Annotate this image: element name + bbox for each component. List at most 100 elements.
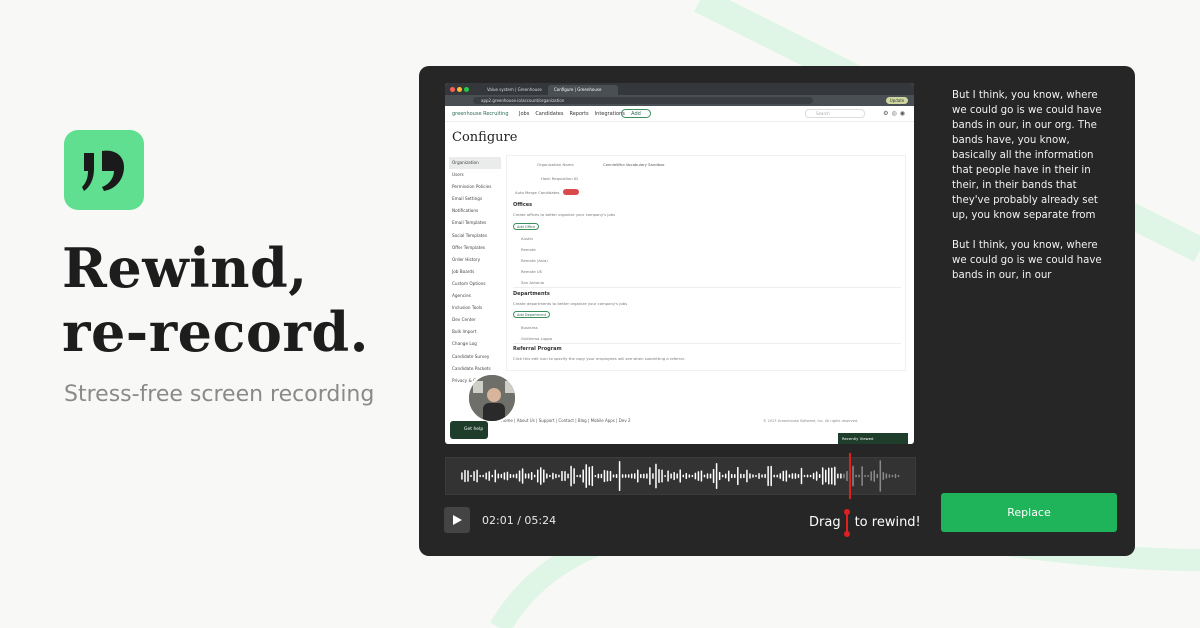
playback-time: 02:01 / 05:24	[482, 514, 557, 527]
waveform-bar	[785, 470, 788, 482]
browser-tab-bar: Value system | Greenhouse Configure | Gr…	[445, 83, 914, 95]
sidebar-item: Dev Center	[452, 317, 476, 323]
waveform-bar	[540, 467, 542, 485]
waveform-bar	[664, 474, 666, 478]
sidebar-item: Inclusion Tools	[452, 305, 483, 311]
waveform-bar	[694, 472, 697, 480]
greenhouse-org-settings: Organization Name ConnieWho Vocabulary S…	[506, 155, 906, 371]
waveform-bar	[730, 473, 733, 479]
waveform-bar	[588, 466, 591, 486]
sidebar-item: Users	[452, 172, 464, 178]
waveform-bar	[527, 473, 530, 479]
waveform-bar	[512, 474, 515, 478]
sidebar-item: Organization	[449, 157, 501, 170]
waveform-bar	[670, 473, 672, 479]
waveform-bar	[788, 474, 791, 478]
greenhouse-footer-links: Home | About Us | Support | Contact | Bl…	[501, 418, 631, 423]
waveform-bar	[803, 474, 806, 478]
waveform-bar	[488, 471, 490, 481]
waveform-bar	[852, 465, 854, 487]
waveform-bar	[779, 473, 782, 479]
offices-title: Offices	[513, 202, 533, 208]
auto-merge-label: Auto Merge Candidates	[515, 190, 560, 195]
sidebar-item: Email Templates	[452, 220, 487, 226]
offices-description: Create offices to better organize your c…	[513, 212, 616, 217]
waveform-bar	[503, 472, 506, 480]
waveform-bar	[688, 474, 691, 478]
waveform-bar	[828, 467, 830, 485]
quote-logo-icon	[82, 150, 124, 191]
waveform-bar	[482, 474, 484, 478]
waveform-bar	[606, 470, 609, 482]
org-name-value: ConnieWho Vocabulary Sandbox	[603, 162, 665, 167]
waveform-bar	[812, 472, 815, 480]
waveform-bar	[470, 474, 472, 478]
waveform-bar	[600, 473, 603, 479]
waveform-bar	[685, 472, 688, 480]
waveform-bar	[591, 465, 594, 487]
webcam-bubble	[467, 373, 517, 423]
webcam-person-icon	[469, 375, 515, 421]
waveform-bar	[879, 460, 882, 492]
waveform-bar	[758, 472, 760, 480]
departments-title: Departments	[513, 291, 550, 297]
waveform-bar	[831, 467, 833, 485]
hero-headline: Rewind, re-record.	[62, 236, 369, 364]
referral-title: Referral Program	[513, 346, 562, 352]
waveform-bar	[846, 470, 848, 482]
waveform-bar	[700, 470, 703, 482]
waveform-bar	[676, 473, 678, 479]
waveform-bar	[633, 473, 636, 479]
add-office-button: Add Office	[513, 223, 540, 230]
waveform-bar	[609, 470, 612, 482]
waveform-bar	[873, 470, 875, 482]
department-item: Guillermo Luppo	[521, 336, 553, 341]
waveform-bar	[621, 474, 624, 478]
office-item: San Antonio	[521, 280, 544, 285]
waveform-bar	[515, 473, 518, 479]
waveform-bar	[767, 466, 769, 486]
waveform-bar	[479, 474, 481, 478]
sidebar-item: Permission Policies	[452, 184, 492, 190]
drag-hint: Drag to rewind!	[809, 515, 921, 530]
waveform-bar	[809, 474, 812, 478]
waveform-bar	[533, 474, 536, 478]
waveform-bar	[721, 474, 724, 478]
waveform-bar	[524, 473, 527, 479]
waveform-bar	[724, 473, 727, 479]
sidebar-item: Order History	[452, 256, 481, 262]
waveform-bar	[500, 473, 503, 479]
waveform-bar	[585, 464, 587, 488]
waveform-bar	[464, 469, 466, 483]
waveform-bar	[652, 473, 654, 479]
waveform-bar	[752, 474, 754, 478]
waveform-bar	[576, 474, 578, 478]
waveform-bar	[867, 475, 869, 477]
waveform-bar	[697, 471, 700, 481]
waveform-bar	[703, 474, 706, 478]
office-item: Remote	[521, 247, 536, 252]
headline-line-1: Rewind,	[62, 236, 308, 300]
waveform-bar	[815, 471, 818, 481]
playhead[interactable]	[849, 453, 851, 499]
waveform-bar	[476, 469, 478, 483]
drag-handle-icon[interactable]	[843, 509, 851, 537]
waveform-bar	[761, 474, 763, 478]
replace-button[interactable]: Replace	[941, 493, 1117, 532]
waveform-bar	[773, 474, 775, 478]
waveform-bar	[658, 468, 660, 484]
sidebar-item: Agencies	[452, 293, 471, 299]
play-button[interactable]	[444, 507, 470, 533]
greenhouse-header-icons: ⚙◎◉	[883, 110, 908, 117]
audio-waveform[interactable]	[445, 457, 916, 495]
waveform-bar	[597, 473, 600, 479]
waveform-bar	[797, 473, 800, 479]
waveform-bar	[461, 472, 463, 480]
waveform-bar	[582, 469, 584, 483]
waveform-bar	[567, 473, 569, 479]
waveform-bar	[885, 473, 888, 479]
waveform-bar	[834, 466, 836, 486]
browser-url: app2.greenhouse.io/account/organization	[473, 97, 813, 104]
sidebar-item: Offer Templates	[452, 244, 486, 250]
waveform-bar	[555, 473, 557, 479]
